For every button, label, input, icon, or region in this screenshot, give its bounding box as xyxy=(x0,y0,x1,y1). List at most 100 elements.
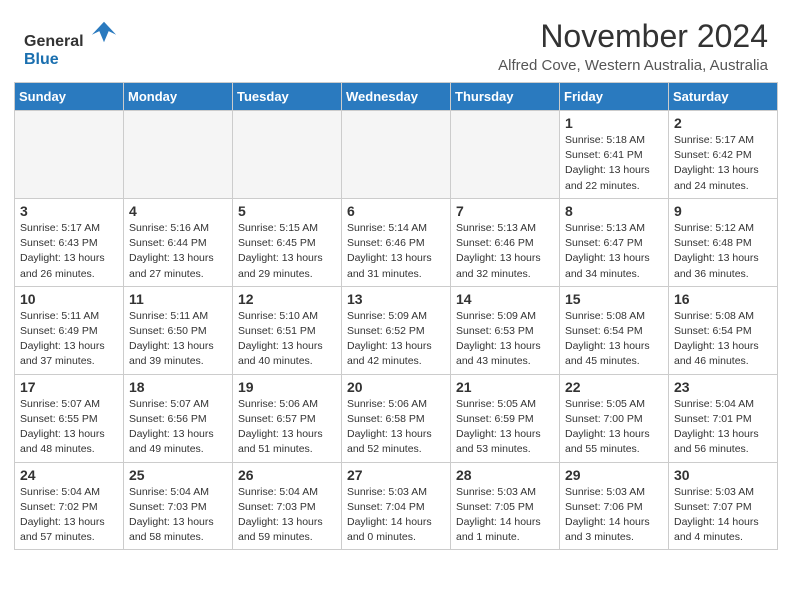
day-number: 4 xyxy=(129,203,227,219)
day-info: Sunrise: 5:13 AM Sunset: 6:46 PM Dayligh… xyxy=(456,221,554,282)
logo-blue-text: Blue xyxy=(24,51,59,68)
day-info: Sunrise: 5:07 AM Sunset: 6:56 PM Dayligh… xyxy=(129,397,227,458)
day-number: 28 xyxy=(456,467,554,483)
calendar-cell: 13Sunrise: 5:09 AM Sunset: 6:52 PM Dayli… xyxy=(342,286,451,374)
logo-bird-icon xyxy=(90,18,118,46)
day-number: 14 xyxy=(456,291,554,307)
logo: General Blue xyxy=(24,18,118,68)
day-info: Sunrise: 5:05 AM Sunset: 6:59 PM Dayligh… xyxy=(456,397,554,458)
calendar-cell: 22 Sunrise: 5:05 AM Sunset: 7:00 PM Dayli… xyxy=(560,374,669,462)
calendar-cell: 30 Sunrise: 5:03 AM Sunset: 7:07 PM Dayli… xyxy=(669,462,778,550)
day-info: Sunrise: 5:03 AM Sunset: 7:07 PM Dayligh… xyxy=(674,485,772,546)
day-number: 25 xyxy=(129,467,227,483)
day-info: Sunrise: 5:04 AM Sunset: 7:02 PM Dayligh… xyxy=(20,485,118,546)
calendar-cell: 16 Sunrise: 5:08 AM Sunset: 6:54 PM Dayli… xyxy=(669,286,778,374)
calendar-cell: 21 Sunrise: 5:05 AM Sunset: 6:59 PM Dayli… xyxy=(451,374,560,462)
weekday-header-thursday: Thursday xyxy=(451,83,560,111)
calendar-cell: 11 Sunrise: 5:11 AM Sunset: 6:50 PM Dayli… xyxy=(124,286,233,374)
day-info: Sunrise: 5:05 AM Sunset: 7:00 PM Dayligh… xyxy=(565,397,663,458)
day-info: Sunrise: 5:03 AM Sunset: 7:06 PM Dayligh… xyxy=(565,485,663,546)
day-number: 5 xyxy=(238,203,336,219)
calendar-cell: 12Sunrise: 5:10 AM Sunset: 6:51 PM Dayli… xyxy=(233,286,342,374)
calendar-week-5: 24 Sunrise: 5:04 AM Sunset: 7:02 PM Dayli… xyxy=(15,462,778,550)
month-title: November 2024 xyxy=(498,18,768,55)
page-header: General Blue November 2024 Alfred Cove, … xyxy=(0,0,792,82)
calendar-week-3: 10 Sunrise: 5:11 AM Sunset: 6:49 PM Dayli… xyxy=(15,286,778,374)
day-number: 20 xyxy=(347,379,445,395)
calendar-cell: 24 Sunrise: 5:04 AM Sunset: 7:02 PM Dayli… xyxy=(15,462,124,550)
day-info: Sunrise: 5:04 AM Sunset: 7:01 PM Dayligh… xyxy=(674,397,772,458)
calendar-cell: 7Sunrise: 5:13 AM Sunset: 6:46 PM Daylig… xyxy=(451,198,560,286)
day-info: Sunrise: 5:08 AM Sunset: 6:54 PM Dayligh… xyxy=(674,309,772,370)
day-info: Sunrise: 5:09 AM Sunset: 6:52 PM Dayligh… xyxy=(347,309,445,370)
weekday-header-saturday: Saturday xyxy=(669,83,778,111)
day-number: 1 xyxy=(565,115,663,131)
calendar-cell: 17Sunrise: 5:07 AM Sunset: 6:55 PM Dayli… xyxy=(15,374,124,462)
day-info: Sunrise: 5:08 AM Sunset: 6:54 PM Dayligh… xyxy=(565,309,663,370)
calendar-cell xyxy=(451,111,560,199)
day-info: Sunrise: 5:11 AM Sunset: 6:49 PM Dayligh… xyxy=(20,309,118,370)
day-number: 8 xyxy=(565,203,663,219)
calendar-body: 1 Sunrise: 5:18 AM Sunset: 6:41 PM Daylig… xyxy=(15,111,778,550)
day-number: 6 xyxy=(347,203,445,219)
day-info: Sunrise: 5:12 AM Sunset: 6:48 PM Dayligh… xyxy=(674,221,772,282)
day-number: 24 xyxy=(20,467,118,483)
day-number: 9 xyxy=(674,203,772,219)
calendar-cell xyxy=(342,111,451,199)
calendar-cell: 9 Sunrise: 5:12 AM Sunset: 6:48 PM Daylig… xyxy=(669,198,778,286)
weekday-header-tuesday: Tuesday xyxy=(233,83,342,111)
calendar-cell: 25Sunrise: 5:04 AM Sunset: 7:03 PM Dayli… xyxy=(124,462,233,550)
calendar-container: SundayMondayTuesdayWednesdayThursdayFrid… xyxy=(0,82,792,564)
day-info: Sunrise: 5:13 AM Sunset: 6:47 PM Dayligh… xyxy=(565,221,663,282)
day-info: Sunrise: 5:18 AM Sunset: 6:41 PM Dayligh… xyxy=(565,133,663,194)
day-number: 16 xyxy=(674,291,772,307)
day-number: 10 xyxy=(20,291,118,307)
calendar-cell: 23Sunrise: 5:04 AM Sunset: 7:01 PM Dayli… xyxy=(669,374,778,462)
calendar-cell: 15 Sunrise: 5:08 AM Sunset: 6:54 PM Dayli… xyxy=(560,286,669,374)
calendar-cell xyxy=(233,111,342,199)
weekday-header-monday: Monday xyxy=(124,83,233,111)
day-info: Sunrise: 5:17 AM Sunset: 6:43 PM Dayligh… xyxy=(20,221,118,282)
weekday-header-friday: Friday xyxy=(560,83,669,111)
calendar-cell: 3Sunrise: 5:17 AM Sunset: 6:43 PM Daylig… xyxy=(15,198,124,286)
day-number: 30 xyxy=(674,467,772,483)
day-info: Sunrise: 5:09 AM Sunset: 6:53 PM Dayligh… xyxy=(456,309,554,370)
day-info: Sunrise: 5:14 AM Sunset: 6:46 PM Dayligh… xyxy=(347,221,445,282)
calendar-cell: 6 Sunrise: 5:14 AM Sunset: 6:46 PM Daylig… xyxy=(342,198,451,286)
weekday-header-sunday: Sunday xyxy=(15,83,124,111)
calendar-header-row: SundayMondayTuesdayWednesdayThursdayFrid… xyxy=(15,83,778,111)
day-number: 11 xyxy=(129,291,227,307)
day-number: 19 xyxy=(238,379,336,395)
day-info: Sunrise: 5:11 AM Sunset: 6:50 PM Dayligh… xyxy=(129,309,227,370)
day-number: 21 xyxy=(456,379,554,395)
calendar-cell: 14 Sunrise: 5:09 AM Sunset: 6:53 PM Dayli… xyxy=(451,286,560,374)
calendar-cell: 4Sunrise: 5:16 AM Sunset: 6:44 PM Daylig… xyxy=(124,198,233,286)
calendar-cell: 2 Sunrise: 5:17 AM Sunset: 6:42 PM Daylig… xyxy=(669,111,778,199)
calendar-cell: 27Sunrise: 5:03 AM Sunset: 7:04 PM Dayli… xyxy=(342,462,451,550)
day-info: Sunrise: 5:15 AM Sunset: 6:45 PM Dayligh… xyxy=(238,221,336,282)
day-info: Sunrise: 5:17 AM Sunset: 6:42 PM Dayligh… xyxy=(674,133,772,194)
calendar-week-1: 1 Sunrise: 5:18 AM Sunset: 6:41 PM Daylig… xyxy=(15,111,778,199)
day-number: 12 xyxy=(238,291,336,307)
calendar-table: SundayMondayTuesdayWednesdayThursdayFrid… xyxy=(14,82,778,550)
day-number: 17 xyxy=(20,379,118,395)
calendar-cell: 20Sunrise: 5:06 AM Sunset: 6:58 PM Dayli… xyxy=(342,374,451,462)
calendar-cell xyxy=(15,111,124,199)
calendar-cell: 18Sunrise: 5:07 AM Sunset: 6:56 PM Dayli… xyxy=(124,374,233,462)
day-number: 22 xyxy=(565,379,663,395)
calendar-cell: 8 Sunrise: 5:13 AM Sunset: 6:47 PM Daylig… xyxy=(560,198,669,286)
title-block: November 2024 Alfred Cove, Western Austr… xyxy=(498,18,768,74)
day-number: 2 xyxy=(674,115,772,131)
weekday-header-wednesday: Wednesday xyxy=(342,83,451,111)
calendar-cell: 28 Sunrise: 5:03 AM Sunset: 7:05 PM Dayli… xyxy=(451,462,560,550)
calendar-cell xyxy=(124,111,233,199)
day-number: 27 xyxy=(347,467,445,483)
calendar-cell: 1 Sunrise: 5:18 AM Sunset: 6:41 PM Daylig… xyxy=(560,111,669,199)
day-number: 26 xyxy=(238,467,336,483)
day-number: 29 xyxy=(565,467,663,483)
calendar-cell: 10 Sunrise: 5:11 AM Sunset: 6:49 PM Dayli… xyxy=(15,286,124,374)
day-number: 15 xyxy=(565,291,663,307)
calendar-week-4: 17Sunrise: 5:07 AM Sunset: 6:55 PM Dayli… xyxy=(15,374,778,462)
calendar-cell: 19Sunrise: 5:06 AM Sunset: 6:57 PM Dayli… xyxy=(233,374,342,462)
day-info: Sunrise: 5:03 AM Sunset: 7:05 PM Dayligh… xyxy=(456,485,554,546)
